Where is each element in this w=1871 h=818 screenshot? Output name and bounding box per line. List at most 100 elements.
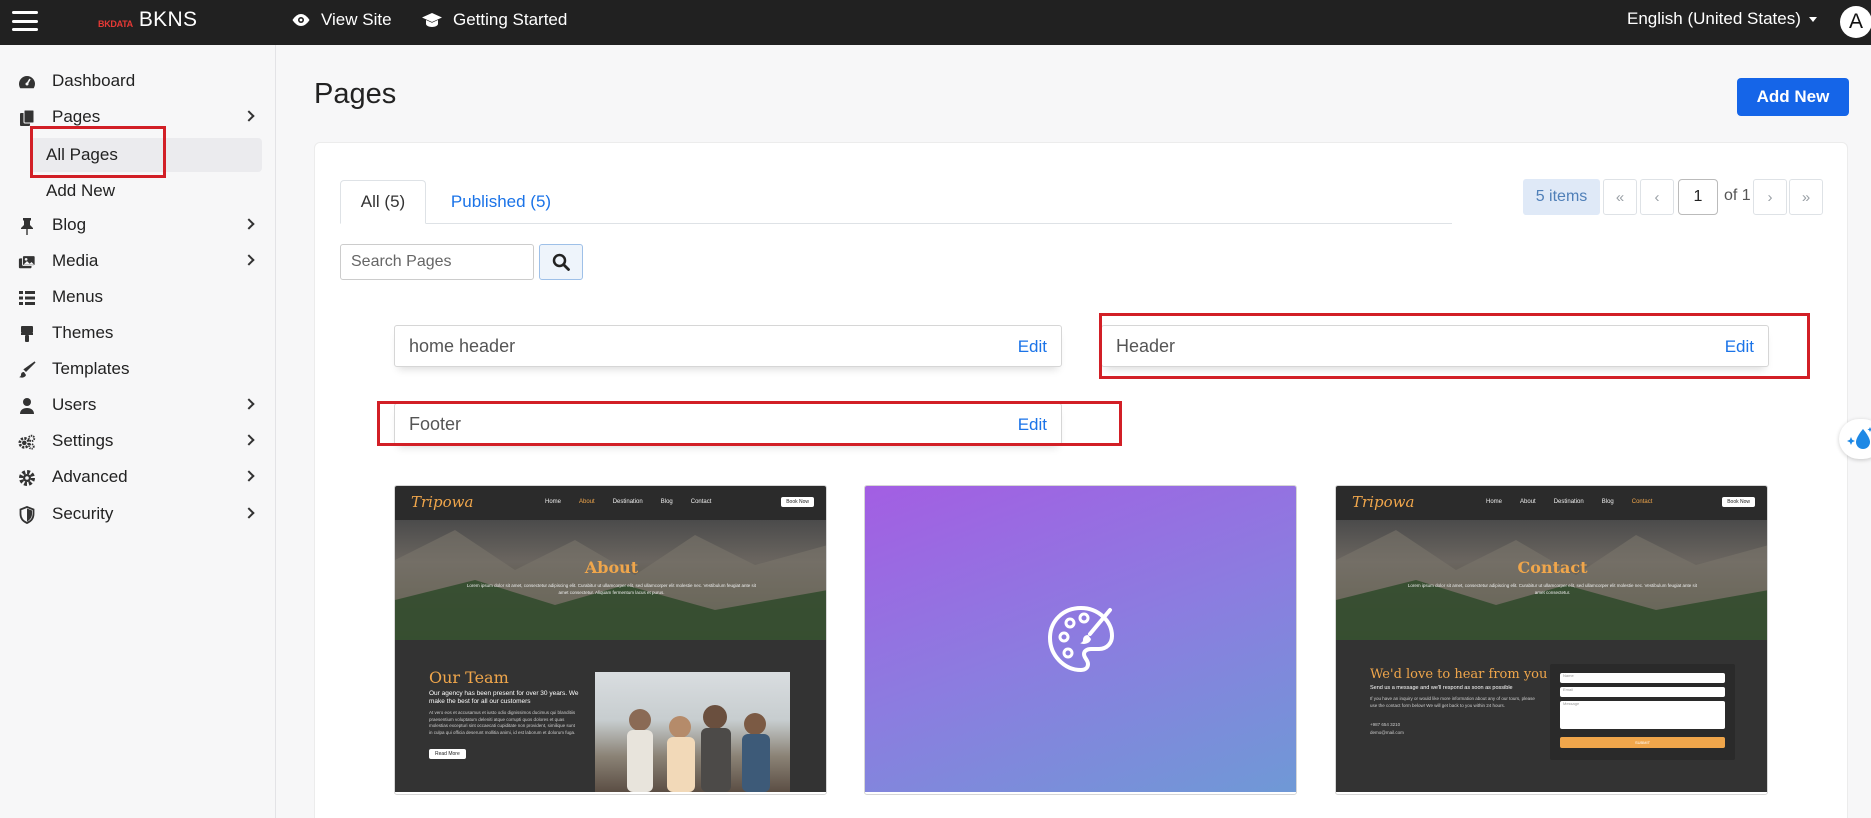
first-page-button[interactable]: « — [1603, 179, 1637, 215]
part-name: Footer — [409, 414, 462, 434]
thumb-paragraph: At vero eos et accusamus et iusto odio d… — [429, 710, 576, 735]
thumb-menu-item: Blog — [660, 499, 673, 505]
graduation-cap-icon — [422, 13, 442, 27]
edit-link[interactable]: Edit — [1018, 337, 1047, 357]
page-card-about[interactable]: Tripowa Home About Destination Blog Cont… — [394, 485, 827, 795]
search-button[interactable] — [539, 244, 583, 280]
sidebar-item-advanced[interactable]: Advanced — [0, 460, 276, 494]
media-icon — [18, 253, 36, 271]
page-thumbnail: Tripowa Home About Destination Blog Cont… — [1336, 486, 1767, 792]
getting-started-link[interactable]: Getting Started — [421, 10, 567, 30]
shield-icon — [18, 506, 36, 524]
edit-link[interactable]: Edit — [1018, 415, 1047, 435]
sidebar-item-label: Blog — [52, 215, 87, 234]
thumb-book-button: Book Now — [1722, 497, 1755, 507]
thumb-menu-item: Contact — [1631, 499, 1653, 505]
chevron-right-icon — [243, 110, 255, 122]
thumb-phone: +987 654 3210 — [1370, 722, 1401, 727]
thumb-brand: Tripowa — [1352, 493, 1415, 511]
page-card-contact[interactable]: Tripowa Home About Destination Blog Cont… — [1335, 485, 1768, 795]
sidebar-item-label: Themes — [52, 323, 114, 342]
sidebar-item-label: Pages — [52, 107, 101, 126]
thumb-menu-item: Blog — [1601, 499, 1614, 505]
sidebar-item-menus[interactable]: Menus — [0, 280, 276, 314]
sidebar-subitem-add-new[interactable]: Add New — [30, 174, 262, 208]
thumb-paragraph: If you have an inquiry or would like mor… — [1370, 696, 1535, 708]
tab-published[interactable]: Published (5) — [440, 180, 562, 224]
thumb-brand: Tripowa — [411, 493, 474, 511]
sidebar-item-blog[interactable]: Blog — [0, 208, 276, 242]
mountain-image — [1336, 530, 1767, 640]
sidebar-item-security[interactable]: Security — [0, 497, 276, 531]
page-thumbnail: Tripowa Home About Destination Blog Cont… — [395, 486, 826, 792]
team-photo — [595, 672, 790, 792]
current-page-input[interactable] — [1678, 179, 1718, 215]
top-bar: BKDATA BKNS View Site Getting Started En… — [0, 0, 1871, 45]
brand-mark: BKDATA — [98, 19, 133, 29]
language-dropdown[interactable]: English (United States) — [1627, 9, 1817, 29]
page-card-blank[interactable] — [864, 485, 1297, 795]
add-new-button[interactable]: Add New — [1737, 78, 1849, 116]
view-site-link[interactable]: View Site — [291, 10, 392, 30]
sidebar-item-themes[interactable]: Themes — [0, 316, 276, 350]
sidebar-item-pages[interactable]: Pages — [0, 100, 276, 134]
sidebar-item-label: Media — [52, 251, 99, 270]
thumb-menu-item: Destination — [1553, 499, 1584, 505]
thumb-message-field: Message — [1560, 701, 1725, 729]
thumb-menu-item: Contact — [690, 499, 712, 505]
pin-icon — [18, 217, 36, 235]
sidebar: Dashboard Pages All Pages Add New Blog M… — [0, 45, 276, 818]
tab-all[interactable]: All (5) — [340, 180, 426, 224]
user-avatar[interactable]: A — [1840, 6, 1871, 38]
thumb-name-field: Name — [1560, 673, 1725, 683]
language-label: English (United States) — [1627, 9, 1801, 28]
thumb-read-more: Read More — [429, 749, 466, 759]
thumb-email: demo@mail.com — [1370, 730, 1404, 735]
hamburger-menu-icon[interactable] — [12, 8, 38, 34]
sidebar-item-label: Dashboard — [52, 71, 136, 90]
part-footer: Footer Edit — [394, 403, 1062, 445]
dashboard-icon — [18, 73, 36, 91]
search-icon — [552, 253, 570, 271]
thumb-contact-form: Name Email Message SUBMIT — [1550, 664, 1735, 760]
sidebar-item-templates[interactable]: Templates — [0, 352, 276, 386]
thumb-menu-item: Home — [545, 499, 562, 505]
floating-assistant-button[interactable] — [1839, 419, 1871, 459]
thumb-hero-subtitle: Lorem ipsum dolor sit amet, consectetur … — [1407, 583, 1698, 595]
page-title: Pages — [314, 78, 397, 110]
brand-logo[interactable]: BKDATA BKNS — [98, 8, 197, 32]
thumb-hero-title: Contact — [1517, 558, 1588, 577]
search-pages-input[interactable] — [340, 244, 534, 280]
thumb-menu-item: About — [579, 499, 595, 505]
part-home-header: home header Edit — [394, 325, 1062, 367]
thumb-menu-item: Home — [1486, 499, 1503, 505]
sidebar-item-settings[interactable]: Settings — [0, 424, 276, 458]
chevron-right-icon — [243, 507, 255, 519]
part-name: Header — [1116, 336, 1176, 356]
prev-page-button[interactable]: ‹ — [1640, 179, 1674, 215]
sidebar-item-users[interactable]: Users — [0, 388, 276, 422]
thumb-menu: Home About Destination Blog Contact — [545, 499, 711, 505]
sidebar-item-label: Advanced — [52, 467, 128, 486]
gear-icon — [18, 469, 36, 487]
chevron-right-icon — [243, 470, 255, 482]
paintbrush-icon — [18, 361, 36, 379]
thumb-hero-title: About — [584, 558, 639, 577]
brush-icon — [18, 325, 36, 343]
sidebar-item-dashboard[interactable]: Dashboard — [0, 64, 276, 98]
edit-link[interactable]: Edit — [1725, 337, 1754, 357]
chevron-right-icon — [243, 434, 255, 446]
page-thumbnail-placeholder — [865, 486, 1296, 792]
next-page-button[interactable]: › — [1753, 179, 1787, 215]
sidebar-item-label: Menus — [52, 287, 104, 306]
sidebar-subitem-all-pages[interactable]: All Pages — [30, 138, 262, 172]
part-name: home header — [409, 336, 516, 356]
thumb-menu: Home About Destination Blog Contact — [1486, 499, 1652, 505]
eye-icon — [292, 14, 310, 26]
sidebar-item-media[interactable]: Media — [0, 244, 276, 278]
last-page-button[interactable]: » — [1789, 179, 1823, 215]
thumb-section-title: We'd love to hear from you — [1370, 667, 1548, 682]
thumb-submit-button: SUBMIT — [1560, 737, 1725, 748]
total-pages-label: of 1 — [1724, 187, 1751, 204]
getting-started-label: Getting Started — [453, 10, 568, 29]
